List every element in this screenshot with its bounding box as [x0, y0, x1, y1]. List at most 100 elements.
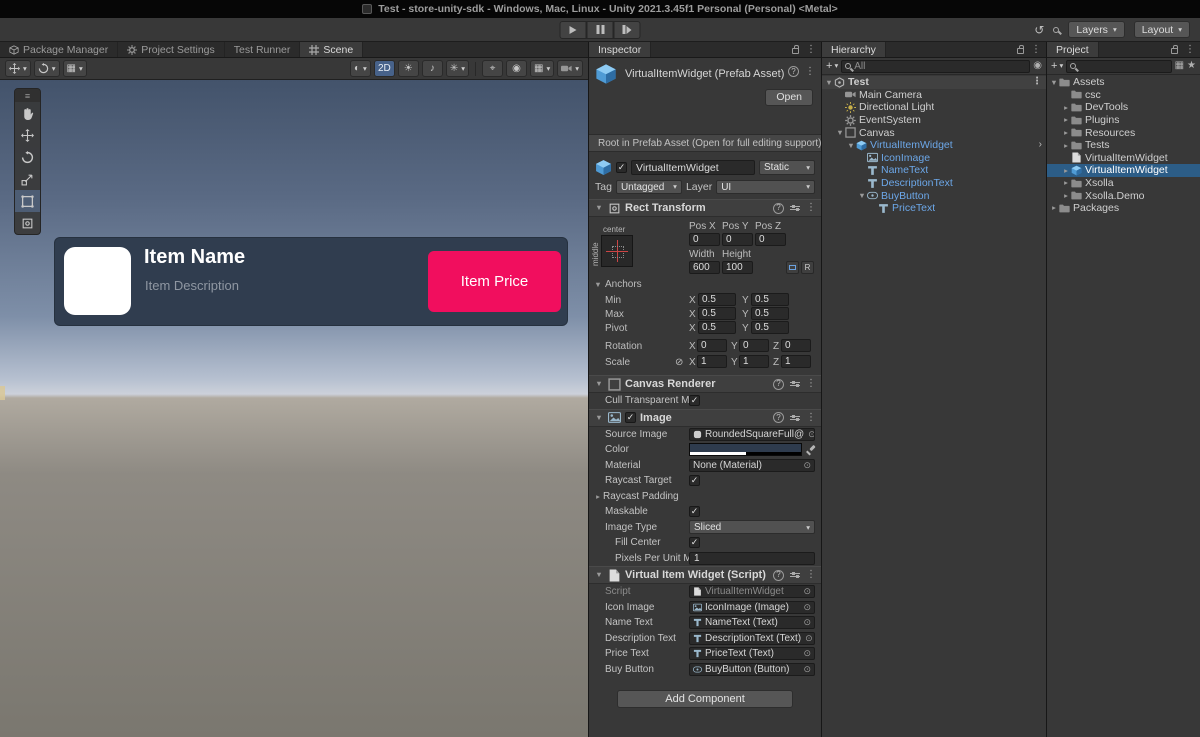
hierarchy-item-descriptiontext[interactable]: DescriptionText	[822, 177, 1046, 190]
foldout-icon[interactable]: ▼	[857, 192, 867, 200]
foldout-icon[interactable]: ▸	[1061, 192, 1071, 200]
foldout-icon[interactable]: ▸	[1061, 167, 1071, 175]
maskable-checkbox[interactable]: ✓	[689, 506, 700, 517]
icon-image-field[interactable]: IconImage (Image) ⊙	[689, 601, 815, 614]
pixels-per-unit-field[interactable]: 1	[689, 552, 815, 565]
transform-tool-button[interactable]	[15, 212, 40, 234]
project-item-virtualitemwidget-script[interactable]: VirtualItemWidget	[1047, 152, 1200, 165]
description-text-field[interactable]: DescriptionText (Text) ⊙	[689, 632, 815, 645]
hierarchy-item-test-scene[interactable]: ▼ Test ⋮	[822, 76, 1046, 89]
kebab-menu-icon[interactable]: ⋮	[1032, 77, 1042, 87]
scene-picking-icon[interactable]: ◉	[1033, 61, 1042, 71]
pos-z-field[interactable]: 0	[755, 233, 786, 246]
lock-icon[interactable]	[1017, 48, 1024, 54]
pause-button[interactable]	[587, 21, 614, 39]
foldout-icon[interactable]: ▸	[593, 493, 603, 501]
hierarchy-item-iconimage[interactable]: IconImage	[822, 152, 1046, 165]
color-field[interactable]	[689, 443, 802, 456]
kebab-menu-icon[interactable]: ⋮	[805, 67, 815, 77]
tab-test-runner[interactable]: Test Runner	[225, 42, 301, 57]
height-field[interactable]: 100	[722, 261, 753, 274]
cull-transparent-mesh-checkbox[interactable]: ✓	[689, 395, 700, 406]
search-icon[interactable]	[1053, 27, 1059, 33]
help-icon[interactable]: ?	[773, 379, 784, 390]
camera-settings-dropdown[interactable]: ▾	[557, 60, 583, 77]
effects-dropdown[interactable]: ✳ ▾	[446, 60, 469, 77]
foldout-icon[interactable]: ▼	[846, 142, 856, 150]
blueprint-mode-button[interactable]	[786, 261, 799, 274]
tools-overlay-handle[interactable]: ≡	[15, 89, 40, 102]
kebab-menu-icon[interactable]: ⋮	[806, 203, 816, 213]
rotation-handle-dropdown[interactable]: ▾	[34, 60, 60, 77]
raw-edit-mode-button[interactable]: R	[801, 261, 814, 274]
foldout-icon[interactable]: ▼	[594, 204, 604, 212]
scale-x-field[interactable]: 1	[697, 355, 727, 368]
foldout-icon[interactable]: ▼	[593, 281, 603, 289]
layers-dropdown[interactable]: Layers ▾	[1068, 21, 1124, 38]
eyedropper-icon[interactable]	[806, 445, 815, 455]
active-checkbox[interactable]: ✓	[616, 162, 627, 173]
project-item-packages[interactable]: ▸ Packages	[1047, 202, 1200, 215]
pivot-x-field[interactable]: 0.5	[698, 321, 736, 334]
scale-link-icon[interactable]: ⊘	[675, 357, 683, 368]
price-text-field[interactable]: PriceText (Text) ⊙	[689, 647, 815, 660]
image-type-dropdown[interactable]: Sliced ▾	[689, 520, 815, 534]
project-item-assets[interactable]: ▼ Assets	[1047, 76, 1200, 89]
kebab-menu-icon[interactable]: ⋮	[806, 570, 816, 580]
project-item-virtualitemwidget-prefab[interactable]: ▸ VirtualItemWidget	[1047, 164, 1200, 177]
foldout-icon[interactable]: ▼	[594, 380, 604, 388]
hierarchy-item-buybutton[interactable]: ▼ BuyButton	[822, 189, 1046, 202]
project-item-devtools[interactable]: ▸ DevTools	[1047, 101, 1200, 114]
script-field[interactable]: VirtualItemWidget ⊙	[689, 585, 815, 598]
hierarchy-item-directional-light[interactable]: Directional Light	[822, 101, 1046, 114]
rect-transform-header[interactable]: ▼ Rect Transform ? ⋮	[589, 199, 821, 217]
scene-viewport[interactable]: ≡ Item Name Item Description Item Price	[0, 80, 588, 737]
hierarchy-item-nametext[interactable]: NameText	[822, 164, 1046, 177]
fill-center-checkbox[interactable]: ✓	[689, 537, 700, 548]
rotation-x-field[interactable]: 0	[697, 339, 727, 352]
filter-by-type-icon[interactable]: ▦	[1175, 61, 1184, 71]
presets-icon[interactable]	[790, 380, 800, 388]
object-picker-icon[interactable]: ⊙	[802, 665, 812, 674]
foldout-icon[interactable]: ▸	[1061, 179, 1071, 187]
scene-visibility-button[interactable]: ◉	[506, 60, 527, 77]
open-prefab-button[interactable]: Open	[765, 89, 813, 106]
anchor-presets-button[interactable]: center middle	[601, 235, 633, 267]
object-picker-icon[interactable]: ⊙	[807, 430, 815, 439]
object-picker-icon[interactable]: ⊙	[802, 603, 812, 612]
static-dropdown[interactable]: Static ▾	[759, 160, 815, 175]
project-item-xsolla[interactable]: ▸ Xsolla	[1047, 177, 1200, 190]
play-button[interactable]	[560, 21, 587, 39]
foldout-icon[interactable]: ▼	[594, 571, 604, 579]
canvas-renderer-header[interactable]: ▼ Canvas Renderer ? ⋮	[589, 375, 821, 393]
min-y-field[interactable]: 0.5	[751, 293, 789, 306]
project-item-xsolla-demo[interactable]: ▸ Xsolla.Demo	[1047, 189, 1200, 202]
scale-y-field[interactable]: 1	[739, 355, 769, 368]
project-item-plugins[interactable]: ▸ Plugins	[1047, 114, 1200, 127]
open-prefab-arrow-icon[interactable]: ›	[1039, 140, 1042, 150]
name-text-field[interactable]: NameText (Text) ⊙	[689, 616, 815, 629]
object-picker-icon[interactable]: ⊙	[802, 618, 812, 627]
layer-dropdown[interactable]: UI ▾	[716, 180, 815, 194]
pos-x-field[interactable]: 0	[689, 233, 720, 246]
hierarchy-item-virtualitemwidget[interactable]: ▼ VirtualItemWidget ›	[822, 139, 1046, 152]
grid-visibility-dropdown[interactable]: ▦ ▾	[63, 60, 87, 77]
transform-handle-dropdown[interactable]: ▾	[5, 60, 31, 77]
object-picker-icon[interactable]: ⊙	[802, 461, 812, 470]
source-image-field[interactable]: RoundedSquareFull@ ⊙	[689, 428, 815, 441]
help-icon[interactable]: ?	[773, 412, 784, 423]
buy-button-field[interactable]: BuyButton (Button) ⊙	[689, 663, 815, 676]
image-component-header[interactable]: ▼ ✓ Image ? ⋮	[589, 409, 821, 427]
tab-project[interactable]: Project	[1047, 42, 1099, 57]
object-picker-icon[interactable]: ⊙	[802, 649, 812, 658]
kebab-menu-icon[interactable]: ⋮	[806, 379, 816, 389]
snap-settings-button[interactable]: ⌖	[482, 60, 503, 77]
kebab-menu-icon[interactable]: ⋮	[1031, 45, 1041, 55]
foldout-icon[interactable]: ▸	[1061, 129, 1071, 137]
project-item-csc[interactable]: csc	[1047, 89, 1200, 102]
foldout-icon[interactable]: ▸	[1061, 142, 1071, 150]
rect-tool-button[interactable]	[15, 190, 40, 212]
hierarchy-item-pricetext[interactable]: PriceText	[822, 202, 1046, 215]
layout-dropdown[interactable]: Layout ▾	[1134, 21, 1190, 38]
presets-icon[interactable]	[790, 204, 800, 212]
